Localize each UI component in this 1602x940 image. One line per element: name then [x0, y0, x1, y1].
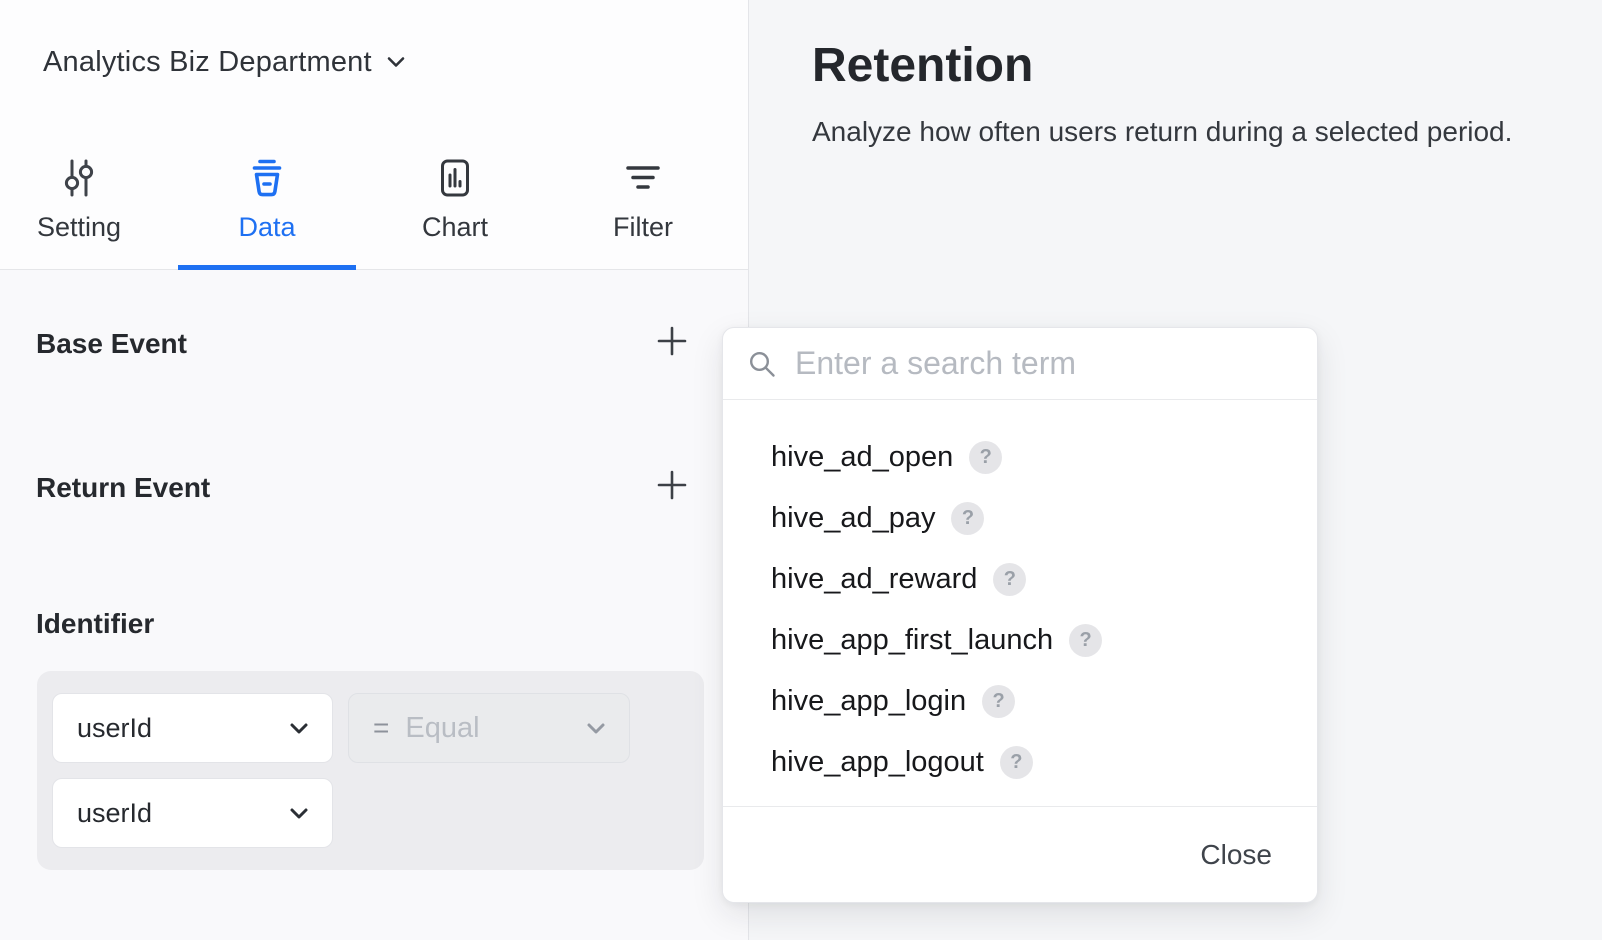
event-name: hive_app_login	[771, 685, 966, 718]
identifier-label: Identifier	[36, 608, 154, 640]
chevron-down-icon	[286, 800, 312, 826]
page-subtitle: Analyze how often users return during a …	[812, 116, 1512, 148]
tab-setting[interactable]: Setting	[0, 152, 168, 256]
chevron-down-icon	[583, 715, 609, 741]
close-button[interactable]: Close	[1200, 839, 1272, 871]
bar-chart-icon	[432, 152, 478, 204]
event-picker-footer: Close	[723, 806, 1317, 902]
base-event-label: Base Event	[36, 328, 187, 360]
event-list: hive_ad_open?hive_ad_pay?hive_ad_reward?…	[723, 401, 1317, 808]
event-name: hive_app_logout	[771, 746, 984, 779]
event-name: hive_ad_open	[771, 441, 953, 474]
retention-analytics-screen: Analytics Biz Department Setting	[0, 0, 1602, 940]
tab-chart-label: Chart	[422, 212, 488, 243]
filter-lines-icon	[620, 152, 666, 204]
event-search-row	[723, 328, 1317, 400]
active-tab-indicator	[178, 265, 356, 270]
add-base-event-button[interactable]	[655, 324, 689, 358]
identifier-operator-select: = Equal	[348, 693, 630, 763]
return-event-label: Return Event	[36, 472, 210, 504]
event-help-badge[interactable]: ?	[993, 563, 1026, 596]
chevron-down-icon	[286, 715, 312, 741]
event-list-item[interactable]: hive_app_logout?	[723, 732, 1317, 793]
event-help-badge[interactable]: ?	[1000, 746, 1033, 779]
event-help-badge[interactable]: ?	[982, 685, 1015, 718]
identifier-field-1-value: userId	[77, 713, 286, 744]
tab-filter-label: Filter	[613, 212, 673, 243]
event-list-item[interactable]: hive_app_login?	[723, 671, 1317, 732]
equals-sign: =	[373, 712, 389, 744]
event-help-badge[interactable]: ?	[1069, 624, 1102, 657]
event-picker-popup: hive_ad_open?hive_ad_pay?hive_ad_reward?…	[722, 327, 1318, 903]
event-name: hive_ad_reward	[771, 563, 977, 596]
chevron-down-icon	[384, 50, 408, 74]
workspace-name: Analytics Biz Department	[43, 46, 372, 79]
tab-filter[interactable]: Filter	[554, 152, 732, 256]
search-icon	[747, 349, 777, 379]
event-help-badge[interactable]: ?	[951, 502, 984, 535]
tab-chart[interactable]: Chart	[366, 152, 544, 256]
identifier-operator-value: Equal	[405, 712, 583, 745]
identifier-field-2-value: userId	[77, 798, 286, 829]
identifier-field-select-2[interactable]: userId	[52, 778, 333, 848]
identifier-field-select-1[interactable]: userId	[52, 693, 333, 763]
event-list-item[interactable]: hive_ad_open?	[723, 427, 1317, 488]
event-list-item[interactable]: hive_ad_reward?	[723, 549, 1317, 610]
config-panel: Analytics Biz Department Setting	[0, 0, 749, 940]
identifier-settings-box: userId = Equal userId	[37, 671, 704, 870]
tab-data[interactable]: Data	[178, 152, 356, 256]
workspace-selector[interactable]: Analytics Biz Department	[43, 44, 408, 80]
plus-icon	[656, 325, 688, 357]
event-help-badge[interactable]: ?	[969, 441, 1002, 474]
event-search-input[interactable]	[795, 345, 1293, 382]
sliders-icon	[56, 152, 102, 204]
add-return-event-button[interactable]	[655, 468, 689, 502]
tab-setting-label: Setting	[37, 212, 121, 243]
event-list-item[interactable]: hive_app_first_launch?	[723, 610, 1317, 671]
event-list-item[interactable]: hive_ad_pay?	[723, 488, 1317, 549]
plus-icon	[656, 469, 688, 501]
page-title: Retention	[812, 38, 1033, 93]
event-name: hive_app_first_launch	[771, 624, 1053, 657]
data-bucket-icon	[244, 152, 290, 204]
event-name: hive_ad_pay	[771, 502, 935, 535]
tab-data-label: Data	[238, 212, 295, 243]
